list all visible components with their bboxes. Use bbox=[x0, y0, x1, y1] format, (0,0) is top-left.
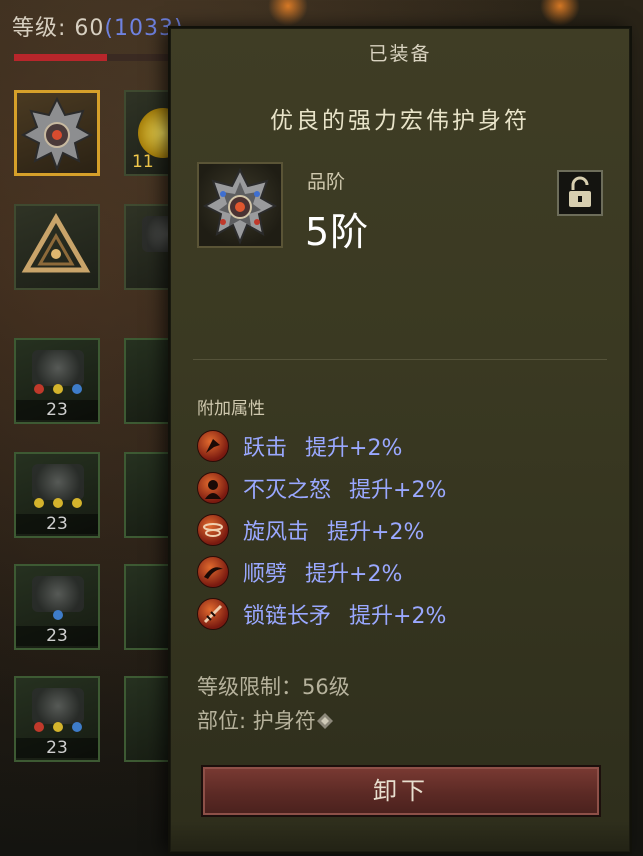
slot-count: 23 bbox=[16, 738, 98, 758]
grade-label: 品阶 bbox=[307, 171, 346, 193]
slot-amulet[interactable] bbox=[14, 90, 100, 176]
attribute-row: 不灭之怒 提升+2% bbox=[197, 467, 617, 509]
attribute-name: 跃击 bbox=[243, 436, 288, 461]
panel-shadow bbox=[171, 821, 629, 851]
level-requirement: 等级限制：56级 bbox=[197, 675, 350, 699]
slot-count: 23 bbox=[16, 626, 98, 646]
slot-triangle-rune[interactable] bbox=[14, 204, 100, 290]
slot-gem-3[interactable]: 23 bbox=[14, 564, 100, 650]
unequip-button[interactable]: 卸下 bbox=[201, 765, 601, 817]
amulet-icon bbox=[20, 96, 94, 172]
amulet-icon bbox=[202, 167, 278, 245]
slot-count: 11 bbox=[132, 152, 154, 172]
item-icon-frame bbox=[197, 162, 283, 248]
xp-bar bbox=[14, 54, 174, 61]
slot-count: 23 bbox=[16, 514, 98, 534]
slot-gem-1[interactable]: 23 bbox=[14, 338, 100, 424]
attribute-bonus: 提升+2% bbox=[327, 520, 425, 545]
divider bbox=[193, 359, 607, 360]
attribute-name: 旋风击 bbox=[243, 520, 310, 545]
attribute-bonus: 提升+2% bbox=[305, 436, 403, 461]
level-label: 等级: 60 bbox=[12, 16, 105, 41]
attribute-bonus: 提升+2% bbox=[305, 562, 403, 587]
slot-gem-2[interactable]: 23 bbox=[14, 452, 100, 538]
gem-socket-icon bbox=[32, 464, 84, 500]
equipped-header: 已装备 bbox=[368, 43, 432, 65]
item-tooltip-panel: 已装备 优良的强力宏伟护身符 品阶 5阶 附加属性 跃击 提升+2% 不灭之怒 … bbox=[170, 28, 630, 852]
leap-icon bbox=[197, 430, 229, 462]
whirlwind-icon bbox=[197, 514, 229, 546]
attribute-name: 锁链长矛 bbox=[243, 604, 332, 629]
attribute-row: 顺劈 提升+2% bbox=[197, 551, 617, 593]
gem-socket-icon bbox=[32, 350, 84, 386]
undying-rage-icon bbox=[197, 472, 229, 504]
player-level: 等级: 60(1033) bbox=[12, 10, 184, 42]
slot-count: 23 bbox=[16, 400, 98, 420]
attribute-name: 顺劈 bbox=[243, 562, 288, 587]
attribute-bonus: 提升+2% bbox=[349, 604, 447, 629]
gem-socket-icon bbox=[32, 688, 84, 724]
attribute-row: 锁链长矛 提升+2% bbox=[197, 593, 617, 635]
attribute-name: 不灭之怒 bbox=[243, 478, 332, 503]
equipment-slot: 部位: 护身符 bbox=[197, 709, 316, 733]
attribute-row: 跃击 提升+2% bbox=[197, 425, 617, 467]
item-name: 优良的强力宏伟护身符 bbox=[270, 108, 530, 134]
unlock-icon bbox=[569, 176, 591, 207]
triangle-rune-icon bbox=[21, 212, 91, 273]
cleave-icon bbox=[197, 556, 229, 588]
gem-socket-icon bbox=[32, 576, 84, 612]
diamond-icon bbox=[316, 713, 333, 729]
lock-toggle-button[interactable] bbox=[557, 170, 603, 216]
chain-spear-icon bbox=[197, 598, 229, 630]
attribute-bonus: 提升+2% bbox=[349, 478, 447, 503]
slot-gem-4[interactable]: 23 bbox=[14, 676, 100, 762]
attribute-row: 旋风击 提升+2% bbox=[197, 509, 617, 551]
bonus-attributes-title: 附加属性 bbox=[197, 399, 265, 419]
attribute-list: 跃击 提升+2% 不灭之怒 提升+2% 旋风击 提升+2% 顺劈 提升+2% 锁… bbox=[197, 425, 617, 635]
xp-bar-fill bbox=[14, 54, 107, 61]
grade-value: 5阶 bbox=[305, 210, 370, 254]
equipment-slot-line: 部位: 护身符 bbox=[197, 705, 334, 735]
